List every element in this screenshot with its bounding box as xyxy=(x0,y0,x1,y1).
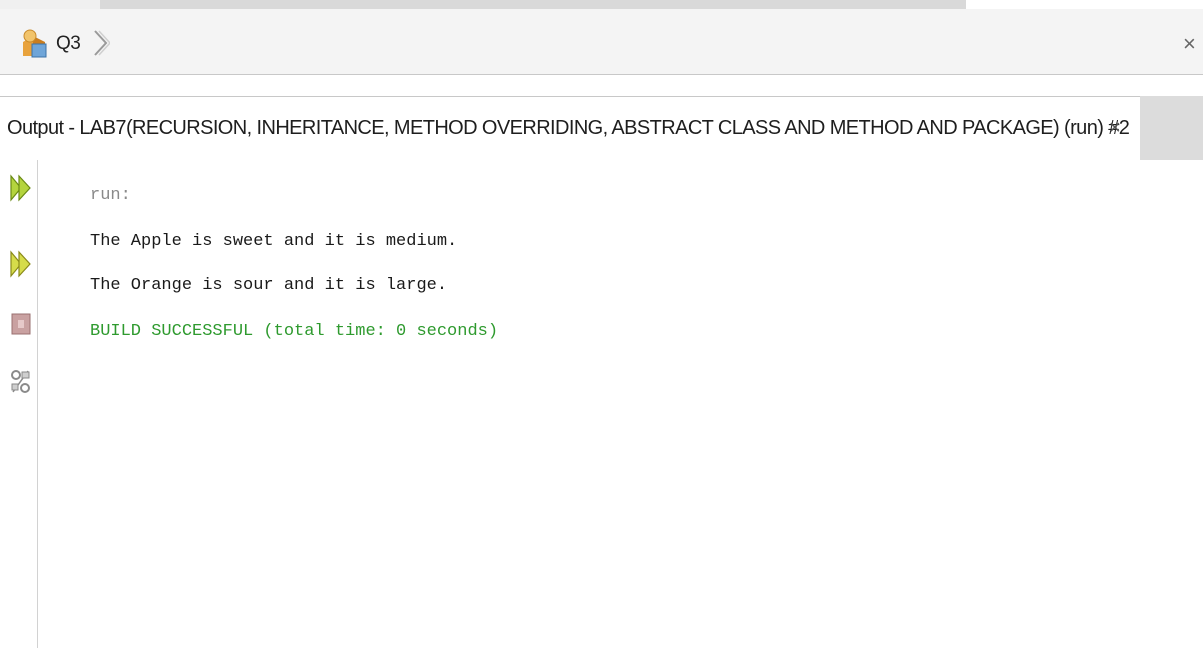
console-line-orange: The Orange is sour and it is large. xyxy=(90,276,448,295)
output-tab-title: Output - LAB7(RECURSION, INHERITANCE, ME… xyxy=(7,117,1130,139)
tab-output[interactable]: Output - LAB7(RECURSION, INHERITANCE, ME… xyxy=(0,96,1140,160)
settings-icon[interactable] xyxy=(10,368,32,396)
chevron-right-icon[interactable] xyxy=(92,28,110,58)
output-console[interactable]: run: The Apple is sweet and it is medium… xyxy=(38,160,1203,648)
output-toolbar xyxy=(0,160,38,648)
output-tab-row: Output - LAB7(RECURSION, INHERITANCE, ME… xyxy=(0,96,1203,160)
close-icon[interactable]: × xyxy=(1183,31,1196,57)
rerun-icon[interactable] xyxy=(10,174,32,202)
console-line-build-status: BUILD SUCCESSFUL (total time: 0 seconds) xyxy=(90,322,499,341)
stop-icon[interactable] xyxy=(10,310,32,338)
rerun-with-options-icon[interactable] xyxy=(10,250,32,278)
console-line-apple: The Apple is sweet and it is medium. xyxy=(90,232,458,251)
top-scroll-strip xyxy=(0,0,1203,9)
top-strip-left xyxy=(0,0,100,9)
project-icon xyxy=(23,29,47,58)
horizontal-scrollbar-thumb[interactable] xyxy=(100,0,966,9)
breadcrumb-project-label[interactable]: Q3 xyxy=(56,33,81,55)
breadcrumb: Q3 × xyxy=(0,9,1203,75)
tab-close-icon[interactable]: × xyxy=(1109,117,1121,140)
console-line-run: run: xyxy=(90,186,131,205)
